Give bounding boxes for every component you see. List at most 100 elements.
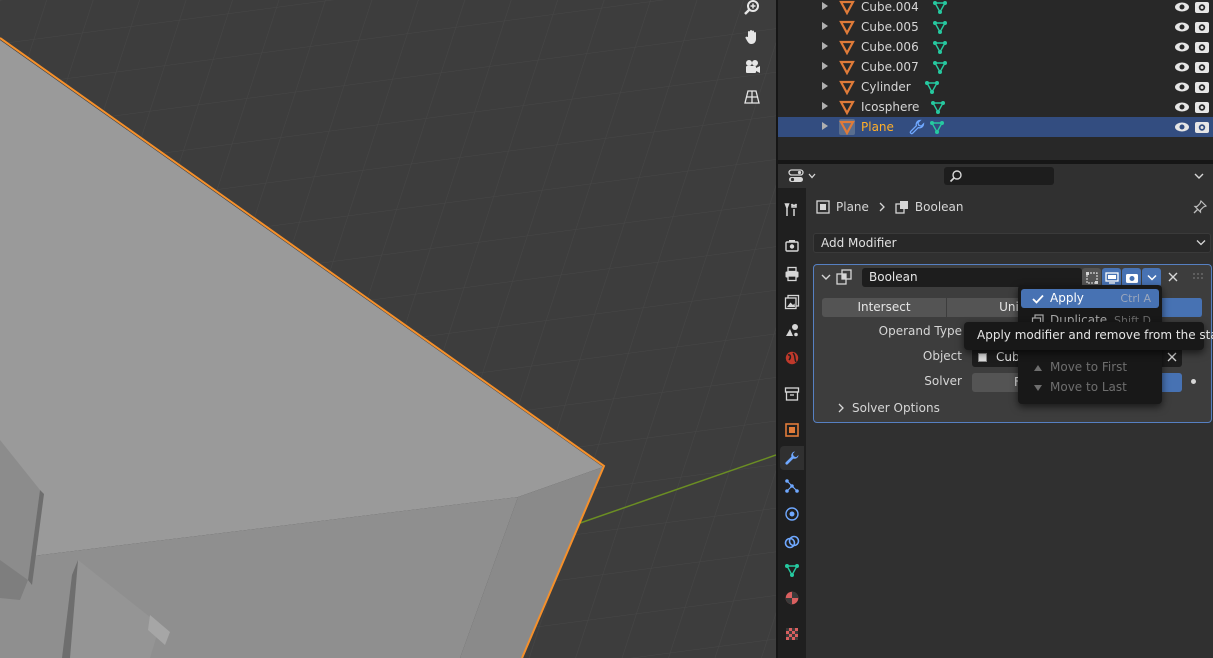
visibility-eye-icon[interactable] — [1174, 60, 1190, 74]
menu-item-apply[interactable]: Apply Ctrl A — [1021, 289, 1159, 308]
mesh-data-icon[interactable] — [929, 119, 945, 135]
properties-search-input[interactable] — [944, 167, 1054, 185]
tab-world[interactable] — [780, 346, 804, 370]
visibility-eye-icon[interactable] — [1174, 120, 1190, 134]
object-label: Object — [922, 349, 962, 363]
chevron-down-icon[interactable] — [1192, 169, 1206, 183]
tab-physics[interactable] — [780, 502, 804, 526]
visibility-eye-icon[interactable] — [1174, 20, 1190, 34]
add-modifier-button[interactable]: Add Modifier — [813, 233, 1211, 253]
tab-material[interactable] — [780, 586, 804, 610]
render-icon — [785, 240, 799, 252]
mesh-data-icon[interactable] — [932, 0, 948, 15]
render-camera-icon[interactable] — [1194, 80, 1210, 94]
render-camera-icon[interactable] — [1194, 0, 1210, 14]
visibility-eye-icon[interactable] — [1174, 40, 1190, 54]
clear-x-icon[interactable] — [1167, 352, 1177, 362]
modifier-wrench-icon[interactable] — [909, 119, 925, 135]
close-icon[interactable] — [1166, 270, 1180, 284]
render-camera-icon[interactable] — [1194, 60, 1210, 74]
chevron-right-icon — [879, 202, 885, 212]
expand-arrow-icon[interactable] — [822, 122, 828, 130]
render-camera-icon[interactable] — [1194, 100, 1210, 114]
object-icon — [839, 0, 855, 15]
render-camera-icon[interactable] — [1194, 120, 1210, 134]
add-modifier-label: Add Modifier — [821, 236, 897, 250]
expand-arrow-icon[interactable] — [822, 42, 828, 50]
pin-icon[interactable] — [1193, 200, 1207, 214]
outliner-row-plane[interactable]: Plane — [778, 117, 1213, 137]
tab-view-layer[interactable] — [780, 290, 804, 314]
mesh-data-icon[interactable] — [932, 59, 948, 75]
tab-collection[interactable] — [780, 382, 804, 406]
outliner-item-label: Plane — [861, 120, 894, 134]
outliner-item-label: Cylinder — [861, 80, 911, 94]
3d-viewport[interactable] — [0, 0, 776, 658]
solver-exact-segment[interactable] — [1160, 373, 1182, 392]
object-square-icon — [785, 423, 799, 437]
tab-constraints[interactable] — [780, 530, 804, 554]
object-icon — [839, 40, 855, 55]
outliner-item-label: Cube.005 — [861, 20, 919, 34]
operation-intersect-button[interactable]: Intersect — [822, 298, 947, 317]
object-icon — [839, 20, 855, 35]
properties-editor-icon — [788, 169, 804, 182]
checker-texture-icon — [786, 628, 798, 640]
tab-tool[interactable] — [780, 198, 804, 222]
outliner-row-cylinder[interactable]: Cylinder — [778, 77, 1213, 97]
tab-data[interactable] — [780, 558, 804, 582]
mesh-data-icon[interactable] — [924, 79, 940, 95]
breadcrumb-modifier: Boolean — [914, 200, 964, 214]
outliner[interactable]: Cube.004 Cube.005 Cube.006 Cube.007 Cyli… — [778, 0, 1213, 160]
expand-arrow-icon[interactable] — [822, 2, 828, 10]
tab-output[interactable] — [780, 262, 804, 286]
expand-arrow-icon[interactable] — [822, 82, 828, 90]
breadcrumb-object: Plane — [836, 200, 869, 214]
object-icon — [839, 80, 855, 95]
menu-item-move-to-first[interactable]: Move to First — [1021, 358, 1159, 377]
drag-handle-icon[interactable] — [1192, 272, 1206, 282]
menu-item-move-to-last[interactable]: Move to Last — [1021, 378, 1159, 397]
outliner-item-label: Cube.006 — [861, 40, 919, 54]
triangle-down-icon — [1034, 385, 1042, 391]
mesh-data-icon[interactable] — [932, 39, 948, 55]
render-camera-icon[interactable] — [1194, 40, 1210, 54]
outliner-row-cube-006[interactable]: Cube.006 — [778, 37, 1213, 57]
camera-view-icon[interactable] — [739, 54, 765, 80]
editor-type-selector[interactable] — [785, 167, 819, 185]
properties-tabs — [778, 188, 806, 658]
mesh-data-icon[interactable] — [932, 19, 948, 35]
properties-editor[interactable]: Plane Boolean Add Modifier Boolean Inter… — [778, 164, 1213, 658]
tab-particles[interactable] — [780, 474, 804, 498]
render-camera-icon[interactable] — [1194, 20, 1210, 34]
outliner-row-cube-004[interactable]: Cube.004 — [778, 0, 1213, 17]
pan-hand-icon[interactable] — [739, 24, 765, 50]
operand-type-label: Operand Type — [878, 324, 962, 338]
material-sphere-icon — [785, 591, 799, 605]
perspective-grid-icon[interactable] — [739, 84, 765, 110]
world-icon — [785, 351, 799, 365]
visibility-eye-icon[interactable] — [1174, 100, 1190, 114]
keyframe-dot-icon[interactable] — [1191, 379, 1196, 384]
outliner-row-cube-005[interactable]: Cube.005 — [778, 17, 1213, 37]
object-square-icon — [816, 200, 830, 214]
tab-render[interactable] — [780, 234, 804, 258]
outliner-row-cube-007[interactable]: Cube.007 — [778, 57, 1213, 77]
visibility-eye-icon[interactable] — [1174, 80, 1190, 94]
outliner-item-label: Cube.004 — [861, 0, 919, 14]
mesh-data-icon[interactable] — [930, 99, 946, 115]
expand-arrow-icon[interactable] — [822, 22, 828, 30]
tab-scene[interactable] — [780, 318, 804, 342]
tab-texture[interactable] — [780, 622, 804, 646]
solver-options-subpanel[interactable]: Solver Options — [836, 401, 940, 415]
tab-modifiers[interactable] — [780, 446, 804, 470]
menu-item-label: Apply — [1050, 291, 1084, 305]
collapse-chevron-icon[interactable] — [820, 271, 832, 283]
expand-arrow-icon[interactable] — [822, 62, 828, 70]
checkmark-icon — [1032, 294, 1044, 304]
outliner-item-label: Icosphere — [861, 100, 920, 114]
tab-object[interactable] — [780, 418, 804, 442]
visibility-eye-icon[interactable] — [1174, 0, 1190, 14]
outliner-row-icosphere[interactable]: Icosphere — [778, 97, 1213, 117]
expand-arrow-icon[interactable] — [822, 102, 828, 110]
